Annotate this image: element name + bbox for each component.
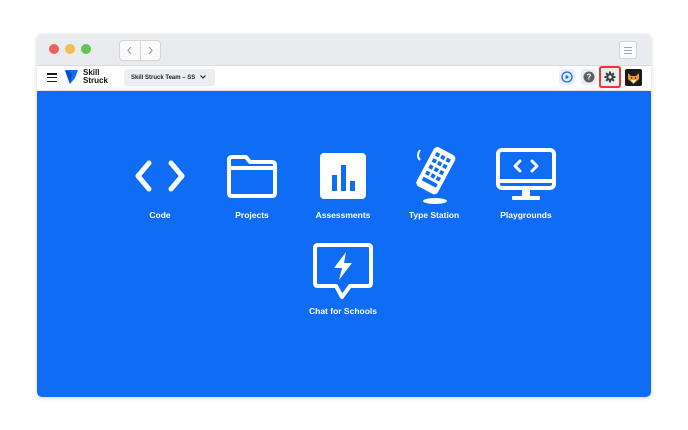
close-window-button[interactable] <box>49 44 59 54</box>
settings-button[interactable] <box>601 68 619 86</box>
tile-type-station[interactable]: Type Station <box>394 146 474 220</box>
tile-chat-for-schools-label: Chat for Schools <box>308 306 377 316</box>
skill-struck-logo[interactable]: Skill Struck <box>64 69 108 85</box>
tile-playgrounds-label: Playgrounds <box>500 210 552 220</box>
team-selector-label: Skill Struck Team – SS <box>131 74 196 81</box>
back-button[interactable] <box>120 41 141 60</box>
chevron-down-icon <box>200 75 206 79</box>
fox-avatar-icon <box>628 73 639 84</box>
browser-menu-button[interactable] <box>619 41 637 59</box>
forward-button[interactable] <box>141 41 161 60</box>
play-button[interactable] <box>559 69 575 85</box>
bar-chart-icon <box>320 153 366 199</box>
chevron-left-icon <box>127 46 132 55</box>
browser-titlebar <box>37 34 651 66</box>
tile-code[interactable]: Code <box>120 146 200 220</box>
browser-nav <box>119 40 161 61</box>
logo-mark-icon <box>65 70 78 84</box>
chat-lightning-icon <box>313 243 373 299</box>
tile-playgrounds[interactable]: Playgrounds <box>486 146 566 220</box>
chevron-right-icon <box>148 46 153 55</box>
team-selector[interactable]: Skill Struck Team – SS <box>124 69 215 86</box>
tile-code-label: Code <box>149 210 171 220</box>
help-icon: ? <box>583 71 595 83</box>
gear-icon <box>604 71 616 83</box>
tile-projects-label: Projects <box>235 210 269 220</box>
play-circle-icon <box>561 71 573 83</box>
app-header: Skill Struck Skill Struck Team – SS ? <box>37 66 651 91</box>
tile-chat-for-schools[interactable]: Chat for Schools <box>303 242 383 316</box>
avatar[interactable] <box>625 69 642 86</box>
hamburger-icon[interactable] <box>47 73 57 82</box>
app-launcher-area: Code Projects Assessments Type Station P… <box>37 91 651 397</box>
maximize-window-button[interactable] <box>81 44 91 54</box>
tile-assessments-label: Assessments <box>315 210 371 220</box>
help-button[interactable]: ? <box>581 69 597 85</box>
minimize-window-button[interactable] <box>65 44 75 54</box>
keyboard-icon <box>416 147 456 204</box>
tile-assessments[interactable]: Assessments <box>303 146 383 220</box>
folder-icon <box>227 155 277 198</box>
tile-projects[interactable]: Projects <box>212 146 292 220</box>
svg-text:?: ? <box>587 73 592 82</box>
logo-text: Skill Struck <box>83 69 108 85</box>
tile-type-station-label: Type Station <box>408 210 460 220</box>
monitor-code-icon <box>496 148 556 200</box>
browser-window: Skill Struck Skill Struck Team – SS ? Co… <box>37 34 651 397</box>
code-brackets-icon <box>135 160 185 192</box>
logo-line2: Struck <box>83 76 108 85</box>
